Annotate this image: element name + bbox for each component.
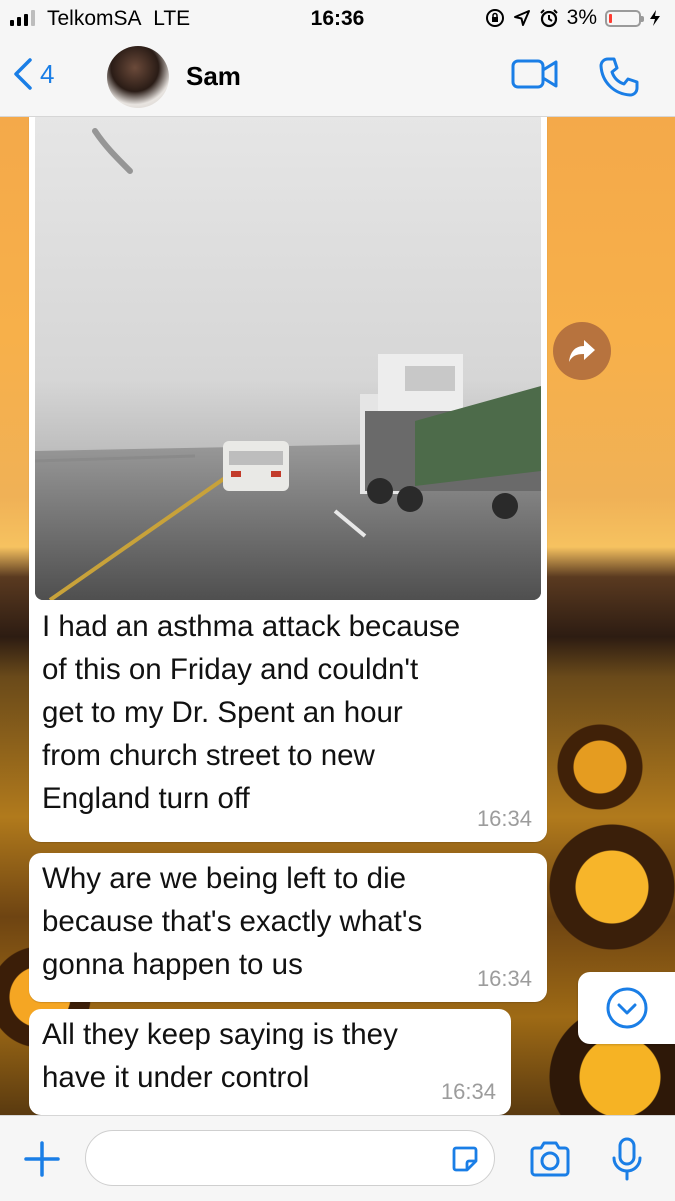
message-input[interactable]: [85, 1130, 495, 1186]
camera-icon[interactable]: [528, 1139, 572, 1179]
forward-arrow-icon: [569, 340, 595, 362]
battery-percent: 3%: [566, 6, 597, 29]
charging-icon: [650, 10, 660, 26]
rotation-lock-icon: [485, 9, 504, 27]
add-attachment-icon[interactable]: [23, 1140, 61, 1178]
message-bubble[interactable]: Why are we being left to die because tha…: [29, 853, 547, 1002]
status-bar: TelkomSA LTE 16:36 3%: [0, 0, 675, 38]
unread-count: 4: [40, 58, 55, 89]
forward-button[interactable]: [553, 322, 611, 380]
chat-area[interactable]: I had an asthma attack because of this o…: [0, 117, 675, 1115]
message-bubble-image[interactable]: I had an asthma attack because of this o…: [29, 117, 547, 842]
message-bubble[interactable]: All they keep saying is they have it und…: [29, 1009, 511, 1115]
message-photo[interactable]: [35, 117, 541, 600]
phone-call-icon[interactable]: [598, 56, 640, 98]
back-button[interactable]: 4: [12, 57, 54, 91]
microphone-icon[interactable]: [610, 1136, 644, 1182]
message-text: All they keep saying is they have it und…: [42, 1018, 398, 1094]
message-time: 16:34: [440, 1079, 496, 1104]
message-time: 16:34: [476, 806, 532, 831]
chat-header: 4 Sam: [0, 38, 675, 117]
message-text: Why are we being left to die because tha…: [42, 862, 423, 981]
message-text: I had an asthma attack because of this o…: [42, 610, 461, 815]
avatar[interactable]: [107, 46, 169, 108]
sticker-icon[interactable]: [450, 1144, 480, 1174]
message-time: 16:34: [476, 966, 532, 991]
chevron-down-circle-icon: [606, 987, 647, 1029]
video-call-icon[interactable]: [511, 56, 559, 92]
chevron-left-icon: [14, 58, 32, 90]
foggy-road-image: [35, 128, 541, 600]
contact-name[interactable]: Sam: [186, 61, 241, 92]
location-icon: [513, 10, 530, 26]
scroll-to-bottom-button[interactable]: [578, 972, 675, 1044]
input-bar: [0, 1115, 675, 1201]
battery-icon: [605, 9, 644, 27]
alarm-icon: [539, 9, 558, 28]
